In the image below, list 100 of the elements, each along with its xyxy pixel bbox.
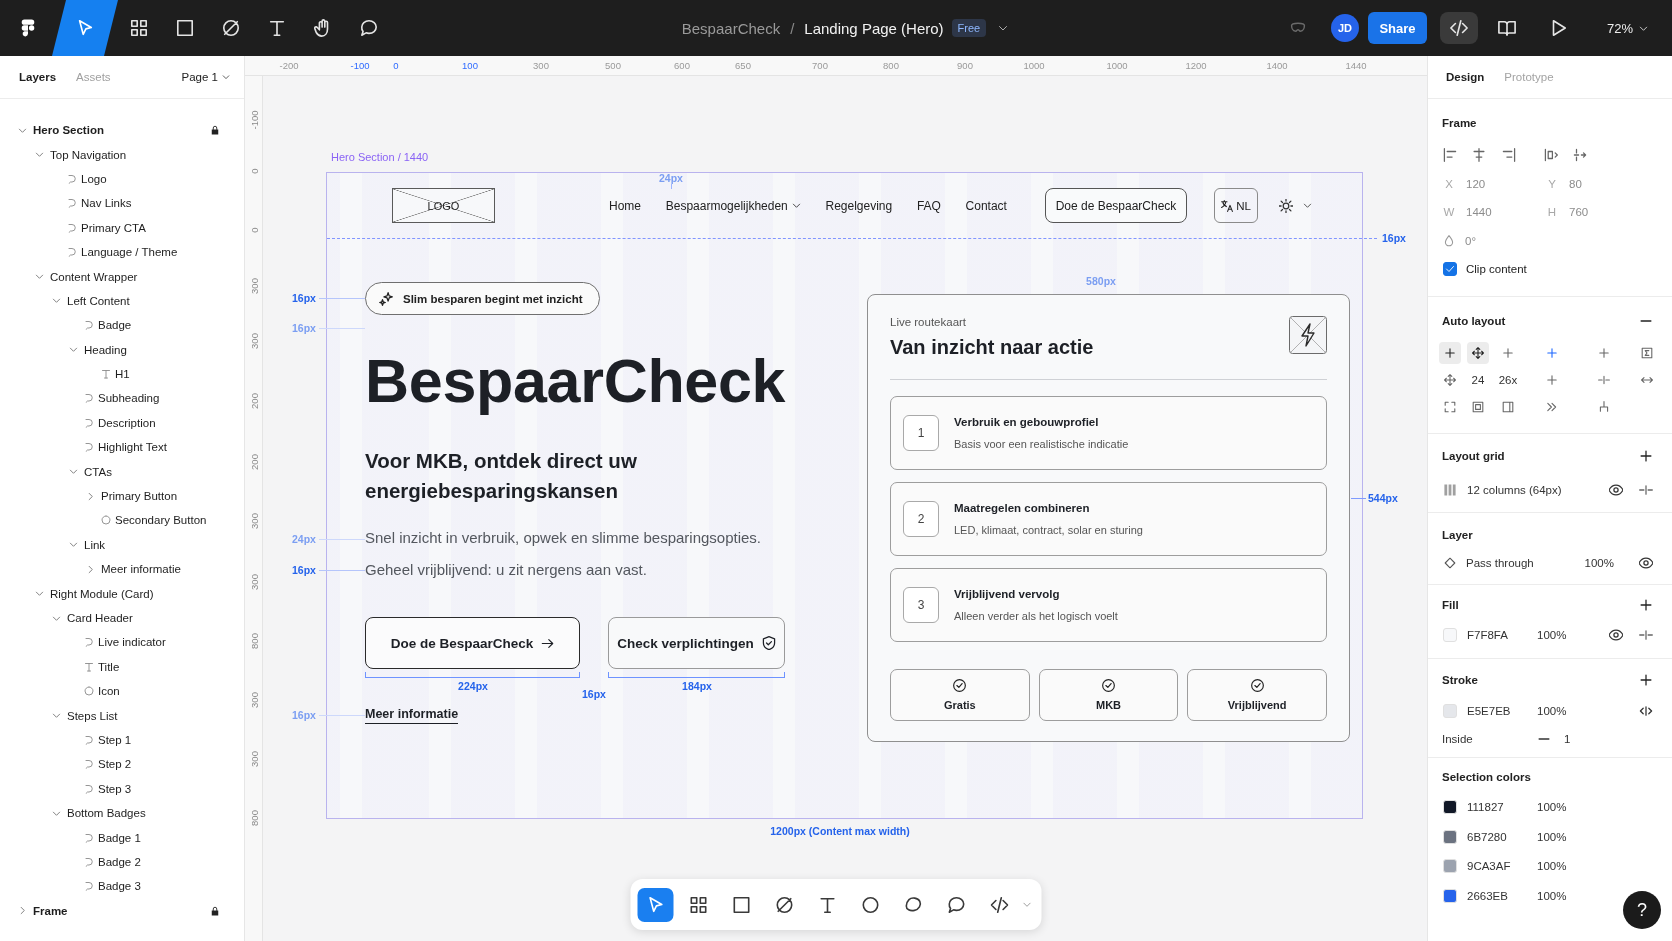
layer-name[interactable]: Title xyxy=(98,660,120,673)
swatch-icon[interactable] xyxy=(1443,800,1457,815)
layer-name[interactable]: Content Wrapper xyxy=(50,270,138,283)
hex-field[interactable]: F7F8FA xyxy=(1467,628,1527,641)
secondary-button[interactable]: Check verplichtingen xyxy=(608,617,785,669)
grid-setting[interactable]: 12 columns (64px) xyxy=(1467,483,1562,496)
eye-icon[interactable] xyxy=(1639,555,1653,570)
opacity-field[interactable]: 100% xyxy=(1537,889,1567,902)
layer-name[interactable]: CTAs xyxy=(84,465,112,478)
nav-link[interactable]: FAQ xyxy=(916,198,941,213)
layer-name[interactable]: Left Content xyxy=(67,294,130,307)
number-field[interactable]: 760 xyxy=(1569,206,1589,219)
chevron-down-icon[interactable] xyxy=(998,23,1009,33)
spacing-field[interactable]: 24 xyxy=(1468,371,1488,389)
page-selector[interactable]: Page 1 xyxy=(181,71,230,83)
more-info-link[interactable]: Meer informatie xyxy=(365,706,459,724)
nav-link[interactable]: Bespaarmogelijkheden xyxy=(665,198,801,213)
layer-name[interactable]: Badge 2 xyxy=(98,855,141,868)
diamond-icon[interactable] xyxy=(1444,556,1456,569)
layer-name[interactable]: Card Header xyxy=(67,612,133,624)
layout-option-button[interactable] xyxy=(1467,342,1489,364)
align-right-icon[interactable] xyxy=(1502,148,1516,163)
layer-name[interactable]: Description xyxy=(98,416,156,429)
project-name[interactable]: BespaarCheck xyxy=(681,19,781,37)
swatch-icon[interactable] xyxy=(1443,829,1457,844)
chevron-right-icon[interactable] xyxy=(86,564,95,574)
nav-link[interactable]: Contact xyxy=(965,198,1007,213)
lock-icon[interactable] xyxy=(210,905,220,916)
code-arrows-icon[interactable] xyxy=(1639,703,1653,718)
swatch-icon[interactable] xyxy=(1443,627,1457,642)
layer-name[interactable]: Top Navigation xyxy=(50,148,127,161)
help-button[interactable]: ? xyxy=(1623,891,1661,929)
align-left-icon[interactable] xyxy=(1443,148,1457,163)
hex-field[interactable]: 6B7280 xyxy=(1467,830,1527,843)
language-button[interactable]: NL xyxy=(1214,188,1258,223)
rotation-field[interactable]: 0° xyxy=(1465,234,1476,247)
theme-menu[interactable] xyxy=(1279,198,1312,213)
logo-icon[interactable] xyxy=(19,19,37,37)
opacity-field[interactable]: 100% xyxy=(1537,801,1567,814)
opacity-field[interactable]: 100% xyxy=(1537,830,1567,843)
layer-name[interactable]: Highlight Text xyxy=(98,441,167,454)
opacity-field[interactable]: 100% xyxy=(1537,704,1567,717)
layer-name[interactable]: Subheading xyxy=(98,392,160,405)
user-avatar[interactable]: JD xyxy=(1331,14,1359,42)
checkbox[interactable] xyxy=(1443,262,1457,277)
layer-name[interactable]: Hero Section xyxy=(33,124,104,137)
swatch-icon[interactable] xyxy=(1443,859,1457,874)
layer-name[interactable]: Bottom Badges xyxy=(67,807,146,820)
layer-name[interactable]: Step 1 xyxy=(98,733,132,746)
layer-name[interactable]: Logo xyxy=(81,172,107,185)
stroke-position[interactable]: Inside xyxy=(1442,732,1537,745)
cta-button[interactable]: Doe de BespaarCheck xyxy=(1045,188,1187,223)
number-field[interactable]: 120 xyxy=(1466,177,1486,190)
file-name[interactable]: Landing Page (Hero) xyxy=(804,19,944,37)
eye-icon[interactable] xyxy=(1609,482,1623,497)
layer-name[interactable]: Step 2 xyxy=(98,758,132,771)
spacing-icon[interactable] xyxy=(1573,148,1587,163)
primary-button[interactable]: Doe de BespaarCheck xyxy=(365,617,580,669)
checkbox-label[interactable]: Clip content xyxy=(1466,263,1527,276)
hex-field[interactable]: 9CA3AF xyxy=(1467,860,1527,873)
hex-field[interactable]: 2663EB xyxy=(1467,889,1527,902)
number-field[interactable]: 80 xyxy=(1569,177,1582,190)
layer-name[interactable]: Icon xyxy=(98,685,120,698)
eye-icon[interactable] xyxy=(1609,627,1623,642)
opacity-field[interactable]: 100% xyxy=(1537,860,1567,873)
layout-option-button[interactable] xyxy=(1439,342,1461,364)
layer-name[interactable]: Frame xyxy=(33,904,68,917)
chevron-right-icon[interactable] xyxy=(18,906,27,916)
panel-tab[interactable]: Layers xyxy=(19,71,57,83)
number-field[interactable]: 1440 xyxy=(1466,206,1492,219)
layer-name[interactable]: Heading xyxy=(84,343,127,356)
layer-name[interactable]: Nav Links xyxy=(81,197,132,210)
split-icon[interactable] xyxy=(1639,627,1653,642)
logo-placeholder[interactable]: LOGO xyxy=(392,188,495,223)
plus-icon[interactable] xyxy=(1639,672,1653,687)
hex-field[interactable]: E5E7EB xyxy=(1467,704,1527,717)
plus-icon[interactable] xyxy=(1639,597,1653,612)
layer-name[interactable]: H1 xyxy=(115,368,130,381)
hex-field[interactable]: 111827 xyxy=(1467,801,1527,814)
layer-name[interactable]: Primary Button xyxy=(101,490,178,503)
move-tool-button[interactable] xyxy=(637,887,674,922)
panel-tab[interactable]: Design xyxy=(1446,71,1485,83)
layer-name[interactable]: Meer informatie xyxy=(101,563,181,576)
layer-name[interactable]: Language / Theme xyxy=(81,246,178,259)
opacity-field[interactable]: 100% xyxy=(1537,628,1567,641)
align-center-icon[interactable] xyxy=(1472,148,1486,163)
stroke-width-field[interactable]: 1 xyxy=(1564,732,1571,745)
dev-mode-button[interactable] xyxy=(1440,12,1478,44)
layer-name[interactable]: Primary CTA xyxy=(81,221,146,234)
distribute-icon[interactable] xyxy=(1544,148,1558,163)
split-icon[interactable] xyxy=(1639,482,1653,497)
layer-name[interactable]: Badge 1 xyxy=(98,831,141,844)
opacity-field[interactable]: 100% xyxy=(1584,556,1614,569)
layer-name[interactable]: Badge xyxy=(98,319,132,332)
layer-name[interactable]: Badge 3 xyxy=(98,880,141,893)
layer-name[interactable]: Step 3 xyxy=(98,782,132,795)
blend-mode[interactable]: Pass through xyxy=(1466,556,1534,569)
zoom-menu[interactable]: 72% xyxy=(1607,20,1649,36)
chevron-right-icon[interactable] xyxy=(86,491,95,501)
plus-icon[interactable] xyxy=(1639,448,1653,463)
